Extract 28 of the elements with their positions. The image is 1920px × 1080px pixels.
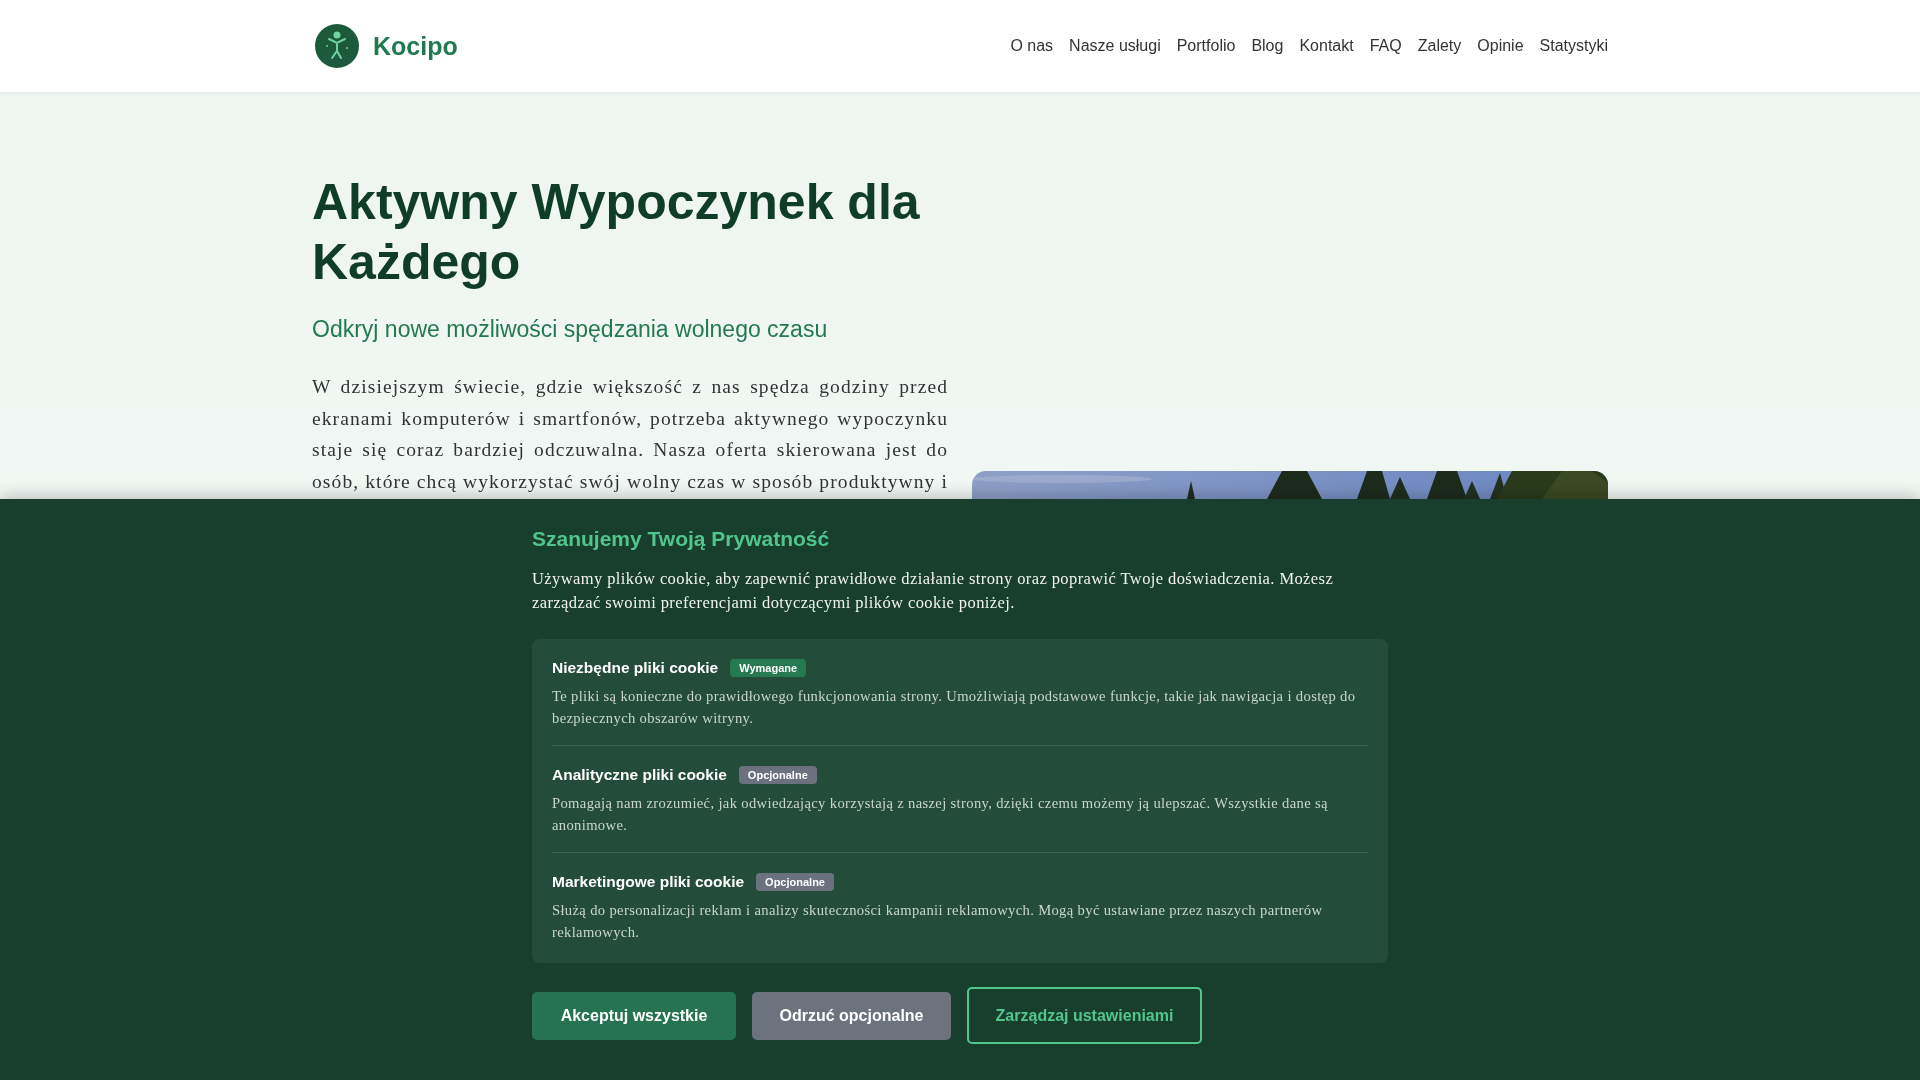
manage-button[interactable]: Zarządzaj ustawieniami	[967, 987, 1202, 1044]
category-description: Te pliki są konieczne do prawidłowego funkcjonowania strony. Umożliwiają podstawowe funkcje, takie jak nawigacja i dostęp do bezpiecznych obszarów witryny.	[552, 687, 1357, 728]
category-description: Służą do personalizacji reklam i analizy skuteczności kampanii reklamowych. Mogą być ustawiane przez naszych partnerów reklamowych.	[552, 901, 1324, 942]
cookie-text: Używamy plików cookie, aby zapewnić prawidłowe działanie strony oraz poprawić Twoje doświadczenia. Możesz zarządzać swoimi preferencjami dotyczącymi plików cookie poniżej.	[532, 568, 1335, 614]
nav-link[interactable]: FAQ	[1369, 37, 1402, 55]
category-name: Analityczne pliki cookie	[552, 766, 727, 784]
accept-button[interactable]: Akceptuj wszystkie	[532, 991, 736, 1040]
reject-button[interactable]: Odrzuć opcjonalne	[752, 991, 951, 1040]
category-tag: Opcjonalne	[756, 873, 834, 891]
nav-link[interactable]: Nasze usługi	[1069, 37, 1161, 55]
hero-title: Aktywny Wypoczynek dla Każdego	[312, 173, 921, 292]
person-logo-icon	[315, 24, 359, 68]
category-description: Pomagają nam zrozumieć, jak odwiedzający korzystają z naszej strony, dzięki czemu możemy ją ulepszać. Wszystkie dane są anonimowe.	[552, 794, 1329, 835]
brand-name[interactable]: Kocipo	[373, 31, 458, 61]
nav-link[interactable]: Kontakt	[1299, 37, 1354, 55]
category-name: Niezbędne pliki cookie	[552, 659, 719, 677]
hero-paragraph: W dzisiejszym świecie, gdzie większość z nas spędza godziny przed ekranami komputerów i smartfonów, potrzeba aktywnego wypoczynku staje się coraz bardziej odczuwalna. Nasza oferta skierowana jest do osób, które chcą wykorzystać swój wolny czas w sposób produktywny i	[312, 375, 948, 494]
nav-link[interactable]: Zalety	[1417, 37, 1462, 55]
nav-link[interactable]: Opinie	[1477, 37, 1524, 55]
nav-link[interactable]: Blog	[1251, 37, 1284, 55]
category-tag: Opcjonalne	[738, 766, 817, 784]
hero-subtitle: Odkryj nowe możliwości spędzania wolnego czasu	[312, 316, 829, 343]
category-tag: Wymagane	[730, 659, 807, 677]
nav-link[interactable]: Statystyki	[1539, 37, 1608, 55]
nav-link[interactable]: Portfolio	[1176, 37, 1236, 55]
nav-link[interactable]: O nas	[1010, 37, 1054, 55]
cookie-title: Szanujemy Twoją Prywatność	[532, 527, 831, 551]
category-name: Marketingowe pliki cookie	[552, 873, 745, 891]
